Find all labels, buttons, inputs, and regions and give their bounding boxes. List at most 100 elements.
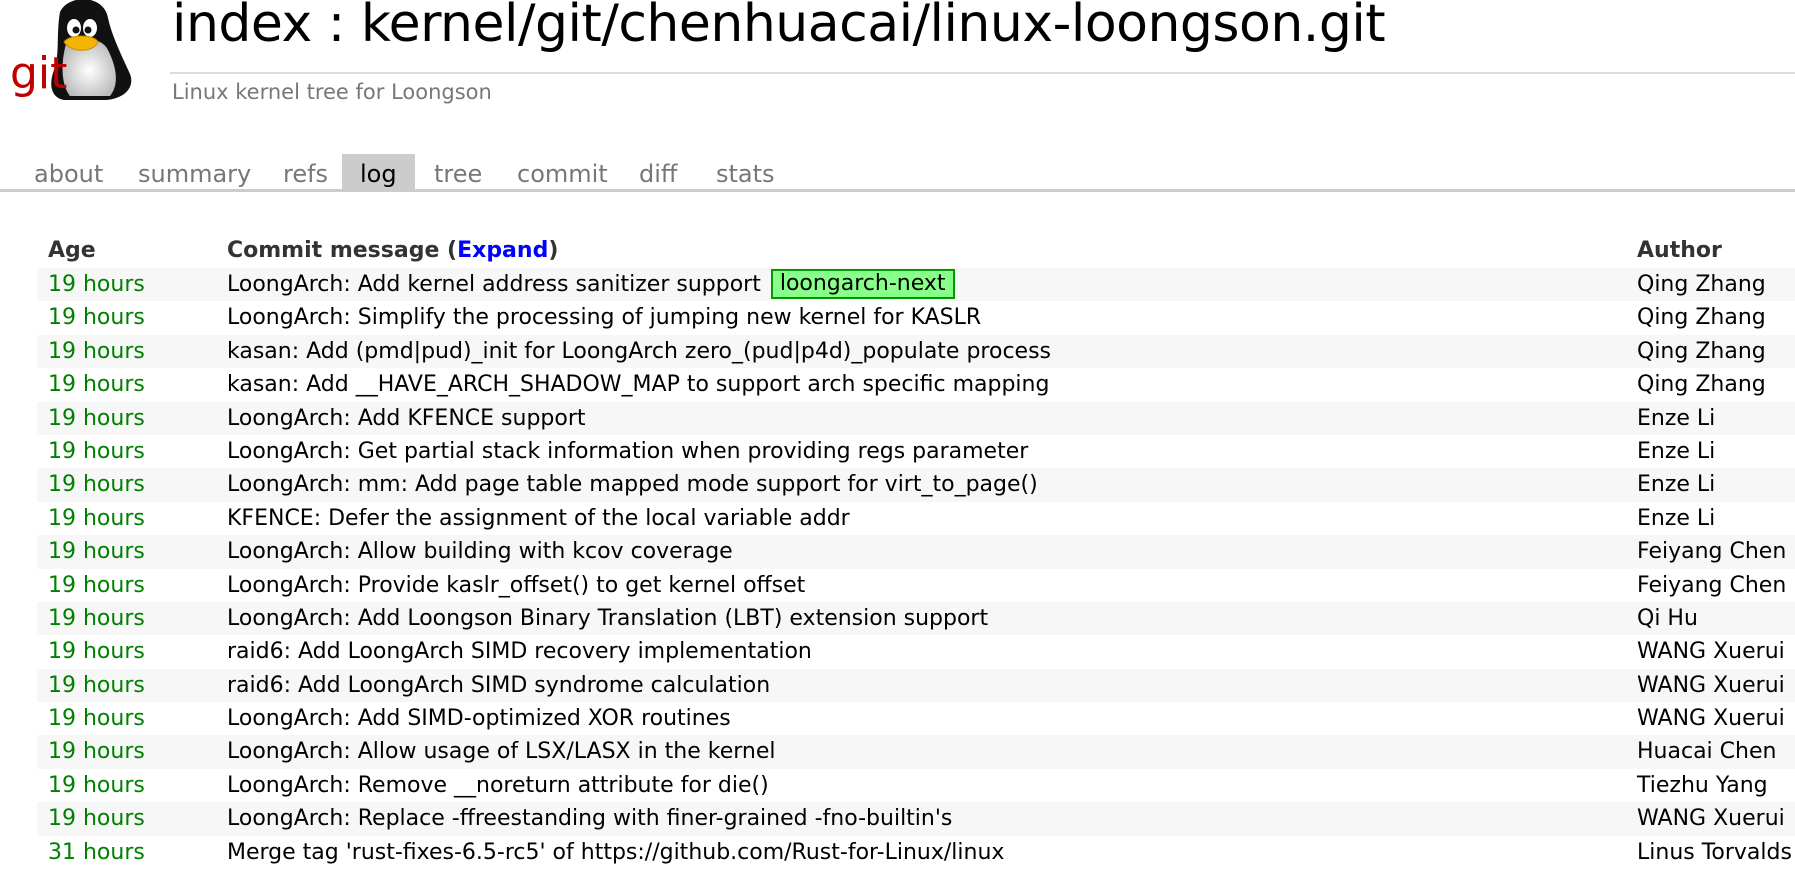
commit-age: 19 hours [48, 772, 145, 798]
commit-message-cell: LoongArch: Replace -ffreestanding with f… [227, 802, 952, 835]
tab-summary[interactable]: summary [120, 154, 269, 190]
commit-message-link[interactable]: LoongArch: Add SIMD-optimized XOR routin… [227, 706, 731, 731]
commit-author: Enze Li [1637, 405, 1716, 431]
commit-log-table: Age Commit message (Expand) Author 19 ho… [37, 238, 1795, 869]
commit-message-link[interactable]: LoongArch: Add KFENCE support [227, 406, 586, 431]
commit-message-link[interactable]: LoongArch: Add kernel address sanitizer … [227, 272, 761, 297]
commit-message-link[interactable]: LoongArch: Allow usage of LSX/LASX in th… [227, 739, 776, 764]
commit-message-link[interactable]: LoongArch: Replace -ffreestanding with f… [227, 806, 952, 831]
commit-message-cell: Merge tag 'rust-fixes-6.5-rc5' of https:… [227, 836, 1004, 869]
branch-badge[interactable]: loongarch-next [770, 269, 955, 299]
table-row[interactable]: 19 hours LoongArch: Add kernel address sa… [37, 268, 1795, 302]
commit-age: 19 hours [48, 806, 145, 832]
commit-message-cell: LoongArch: Add Loongson Binary Translati… [227, 602, 988, 635]
commit-age: 19 hours [48, 672, 145, 698]
tab-bar-divider [0, 189, 1795, 192]
tab-tree[interactable]: tree [416, 154, 500, 190]
commit-age: 19 hours [48, 639, 145, 665]
commit-author: Huacai Chen [1637, 739, 1777, 765]
table-row[interactable]: 19 hours raid6: Add LoongArch SIMD recove… [37, 635, 1795, 668]
commit-author: WANG Xuerui [1637, 639, 1785, 665]
column-header-author: Author [1637, 238, 1722, 263]
commit-message-cell: raid6: Add LoongArch SIMD recovery imple… [227, 635, 812, 668]
commit-message-cell: KFENCE: Defer the assignment of the loca… [227, 502, 850, 535]
commit-age: 19 hours [48, 706, 145, 732]
table-row[interactable]: 19 hours LoongArch: Allow usage of LSX/LA… [37, 735, 1795, 769]
commit-author: Enze Li [1637, 505, 1716, 531]
table-body: 19 hours LoongArch: Add kernel address sa… [37, 268, 1795, 869]
table-row[interactable]: 19 hours LoongArch: mm: Add page table ma… [37, 468, 1795, 502]
commit-message-link[interactable]: raid6: Add LoongArch SIMD recovery imple… [227, 639, 812, 664]
commit-message-cell: LoongArch: mm: Add page table mapped mod… [227, 468, 1038, 501]
commit-author: Qing Zhang [1637, 272, 1766, 297]
commit-message-cell: kasan: Add (pmd|pud)_init for LoongArch … [227, 335, 1051, 368]
table-row[interactable]: 19 hours kasan: Add __HAVE_ARCH_SHADOW_MA… [37, 368, 1795, 401]
commit-age: 19 hours [48, 605, 145, 631]
commit-author: Qing Zhang [1637, 338, 1766, 364]
table-row[interactable]: 19 hours LoongArch: Simplify the processi… [37, 301, 1795, 334]
table-row[interactable]: 19 hours LoongArch: Get partial stack inf… [37, 435, 1795, 468]
tab-about[interactable]: about [16, 154, 121, 190]
commit-message-link[interactable]: LoongArch: Allow building with kcov cove… [227, 539, 733, 564]
tab-log[interactable]: log [342, 154, 415, 190]
table-row[interactable]: 19 hours LoongArch: Provide kaslr_offset(… [37, 569, 1795, 602]
tab-bar: about summary refs log tree commit diff … [0, 154, 1795, 190]
tab-diff[interactable]: diff [621, 154, 695, 190]
table-row[interactable]: 19 hours LoongArch: Replace -ffreestandin… [37, 802, 1795, 836]
table-row[interactable]: 19 hours raid6: Add LoongArch SIMD syndro… [37, 668, 1795, 703]
commit-author: WANG Xuerui [1637, 806, 1785, 832]
commit-author: Enze Li [1637, 472, 1716, 498]
commit-author: Qing Zhang [1637, 305, 1766, 331]
commit-message-cell: LoongArch: Allow usage of LSX/LASX in th… [227, 735, 776, 768]
table-row[interactable]: 19 hours KFENCE: Defer the assignment of … [37, 502, 1795, 535]
tab-commit[interactable]: commit [499, 154, 626, 190]
commit-message-link[interactable]: LoongArch: mm: Add page table mapped mod… [227, 472, 1038, 497]
commit-author: Qi Hu [1637, 605, 1698, 631]
commit-age: 19 hours [48, 472, 145, 498]
commit-age: 19 hours [48, 505, 145, 531]
commit-message-cell: LoongArch: Add SIMD-optimized XOR routin… [227, 702, 731, 735]
commit-message-link[interactable]: LoongArch: Simplify the processing of ju… [227, 305, 981, 330]
tab-stats[interactable]: stats [698, 154, 793, 190]
commit-age: 19 hours [48, 739, 145, 765]
expand-link[interactable]: Expand [457, 238, 548, 263]
tab-refs[interactable]: refs [265, 154, 346, 190]
commit-message-link[interactable]: raid6: Add LoongArch SIMD syndrome calcu… [227, 673, 770, 698]
commit-age: 19 hours [48, 305, 145, 331]
commit-author: Feiyang Chen [1637, 539, 1787, 565]
commit-age: 19 hours [48, 438, 145, 464]
commit-age: 19 hours [48, 539, 145, 565]
commit-message-link[interactable]: LoongArch: Remove __noreturn attribute f… [227, 773, 769, 798]
commit-message-link[interactable]: kasan: Add __HAVE_ARCH_SHADOW_MAP to sup… [227, 372, 1049, 397]
commit-message-cell: LoongArch: Provide kaslr_offset() to get… [227, 569, 805, 602]
commit-age: 31 hours [48, 839, 145, 865]
commit-author: Enze Li [1637, 438, 1716, 464]
commit-message-cell: kasan: Add __HAVE_ARCH_SHADOW_MAP to sup… [227, 368, 1049, 401]
commit-author: WANG Xuerui [1637, 706, 1785, 732]
table-row[interactable]: 31 hours Merge tag 'rust-fixes-6.5-rc5' o… [37, 836, 1795, 869]
commit-message-link[interactable]: kasan: Add (pmd|pud)_init for LoongArch … [227, 339, 1051, 364]
table-row[interactable]: 19 hours LoongArch: Add KFENCE support Enz… [37, 401, 1795, 435]
column-header-message: Commit message (Expand) [227, 238, 558, 263]
commit-message-link[interactable]: LoongArch: Provide kaslr_offset() to get… [227, 573, 805, 598]
commit-age: 19 hours [48, 572, 145, 598]
table-header-row: Age Commit message (Expand) Author [37, 238, 1795, 268]
cgit-logo[interactable]: git [8, 0, 136, 105]
table-row[interactable]: 19 hours kasan: Add (pmd|pud)_init for Lo… [37, 334, 1795, 369]
logo-git-text: git [10, 48, 68, 99]
commit-author: Feiyang Chen [1637, 572, 1787, 598]
table-row[interactable]: 19 hours LoongArch: Remove __noreturn att… [37, 769, 1795, 802]
commit-message-link[interactable]: LoongArch: Add Loongson Binary Translati… [227, 606, 988, 631]
commit-message-cell: LoongArch: Add kernel address sanitizer … [227, 268, 955, 301]
table-row[interactable]: 19 hours LoongArch: Add Loongson Binary T… [37, 601, 1795, 636]
table-row[interactable]: 19 hours LoongArch: Allow building with k… [37, 535, 1795, 569]
commit-message-link[interactable]: Merge tag 'rust-fixes-6.5-rc5' of https:… [227, 840, 1004, 865]
commit-message-cell: LoongArch: Remove __noreturn attribute f… [227, 769, 769, 802]
commit-message-link[interactable]: LoongArch: Get partial stack information… [227, 439, 1028, 464]
page-title: index : kernel/git/chenhuacai/linux-loon… [172, 0, 1386, 54]
commit-message-cell: LoongArch: Get partial stack information… [227, 435, 1028, 468]
commit-message-link[interactable]: KFENCE: Defer the assignment of the loca… [227, 506, 850, 531]
message-header-prefix: Commit message ( [227, 238, 458, 263]
commit-author: Linus Torvalds [1637, 839, 1792, 865]
table-row[interactable]: 19 hours LoongArch: Add SIMD-optimized XO… [37, 702, 1795, 735]
